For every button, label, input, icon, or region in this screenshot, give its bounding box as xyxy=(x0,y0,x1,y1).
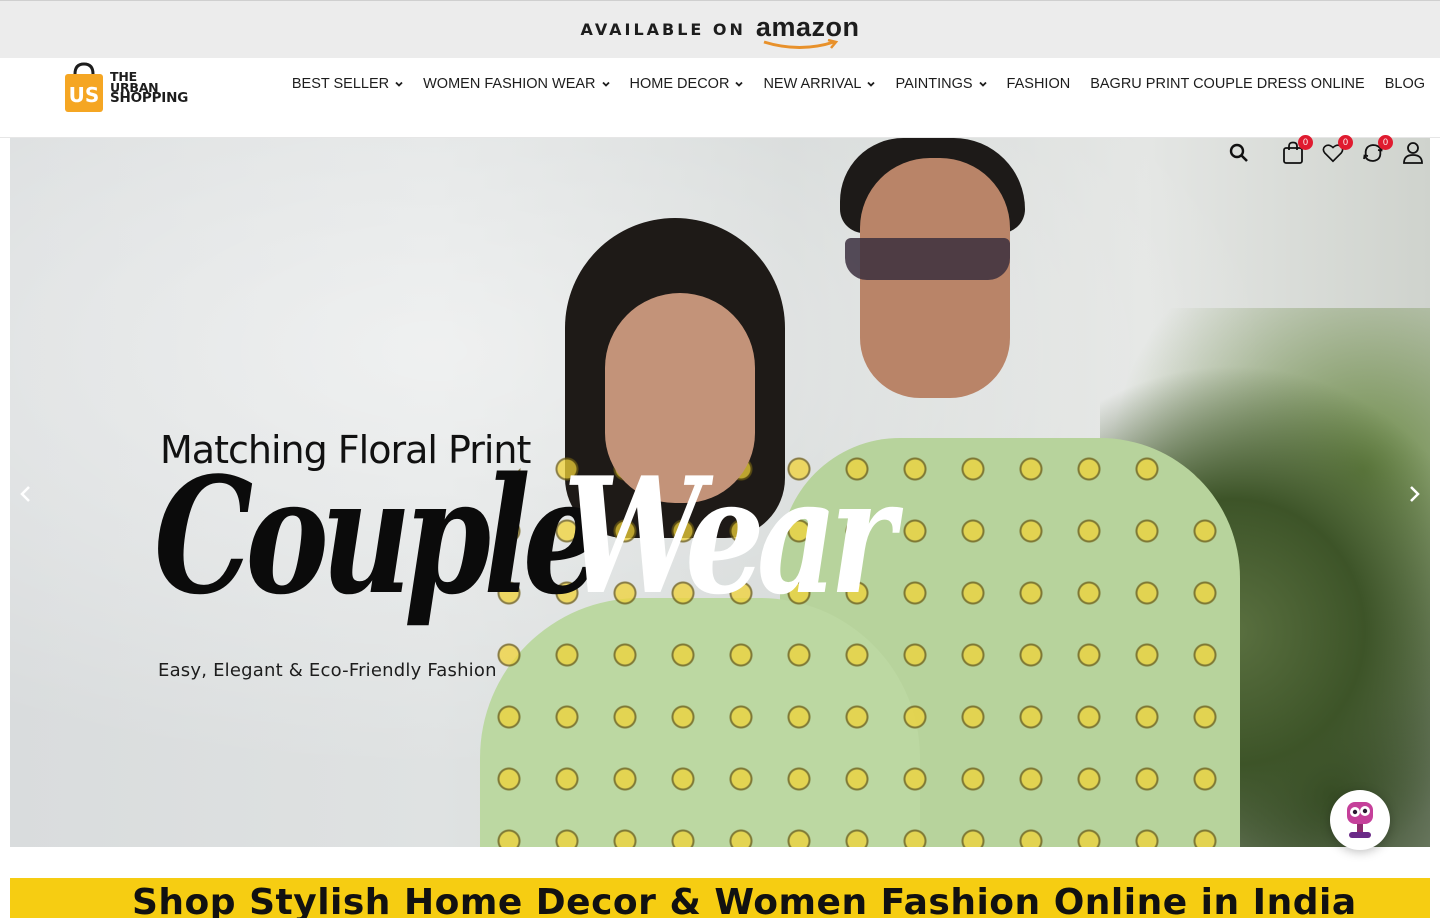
chevron-down-icon xyxy=(601,81,610,87)
nav-label: FASHION xyxy=(1006,76,1071,92)
site-header: US THE URBAN SHOPPING BEST SELLER WOMEN … xyxy=(0,58,1440,138)
nav-item-home-decor[interactable]: HOME DECOR xyxy=(620,74,754,94)
account-button[interactable] xyxy=(1402,141,1424,165)
chevron-down-icon xyxy=(978,81,987,87)
nav-item-women-fashion-wear[interactable]: WOMEN FASHION WEAR xyxy=(413,74,619,94)
amazon-smile-icon xyxy=(763,39,839,49)
hero-headline-couple: Couple xyxy=(154,442,602,630)
chevron-down-icon xyxy=(867,81,876,87)
chat-widget-button[interactable] xyxy=(1330,790,1390,850)
chevron-down-icon xyxy=(395,81,403,87)
hero-subtagline: Easy, Elegant & Eco-Friendly Fashion xyxy=(158,660,497,681)
nav-label: BLOG xyxy=(1384,76,1425,92)
nav-item-paintings[interactable]: PAINTINGS xyxy=(885,74,996,94)
chatbot-mascot-icon xyxy=(1347,802,1373,838)
chevron-down-icon xyxy=(735,81,744,87)
nav-label: HOME DECOR xyxy=(629,76,730,92)
available-on-label: AVAILABLE ON xyxy=(580,20,746,39)
main-nav: BEST SELLER WOMEN FASHION WEAR HOME DECO… xyxy=(282,74,1425,94)
amazon-wordmark: amazon xyxy=(755,12,860,42)
nav-item-new-arrival[interactable]: NEW ARRIVAL xyxy=(753,74,885,94)
announcement-bar: AVAILABLE ON amazon xyxy=(0,0,1440,58)
chevron-right-icon[interactable] xyxy=(1402,482,1426,506)
search-button[interactable] xyxy=(1228,141,1250,165)
nav-label: PAINTINGS xyxy=(895,76,973,92)
amazon-logo[interactable]: amazon xyxy=(756,14,860,49)
header-icons: 0 0 0 xyxy=(1228,135,1424,168)
compare-count-badge: 0 xyxy=(1378,135,1393,150)
logo-bag-icon: US xyxy=(64,62,104,112)
chevron-left-icon[interactable] xyxy=(14,482,38,506)
site-logo[interactable]: US THE URBAN SHOPPING xyxy=(64,60,224,114)
nav-label: BEST SELLER xyxy=(291,76,390,92)
cart-button[interactable]: 0 xyxy=(1282,135,1313,165)
user-icon xyxy=(1403,142,1423,164)
hero-copy: Matching Floral Print Couple Wear Easy, … xyxy=(10,138,1430,847)
search-icon xyxy=(1229,143,1248,162)
logo-mark: US xyxy=(69,83,100,107)
nav-label: WOMEN FASHION WEAR xyxy=(423,76,596,92)
nav-item-bagru-print-couple-dress[interactable]: BAGRU PRINT COUPLE DRESS ONLINE xyxy=(1080,74,1375,94)
nav-item-blog[interactable]: BLOG xyxy=(1375,74,1425,94)
hero-headline-wear: Wear xyxy=(563,442,896,630)
banner-heading: Shop Stylish Home Decor & Women Fashion … xyxy=(132,882,1357,918)
promo-banner: Shop Stylish Home Decor & Women Fashion … xyxy=(10,878,1430,918)
nav-label: NEW ARRIVAL xyxy=(763,76,862,92)
nav-item-fashion[interactable]: FASHION xyxy=(997,74,1081,94)
nav-label: BAGRU PRINT COUPLE DRESS ONLINE xyxy=(1090,76,1365,92)
wishlist-button[interactable]: 0 xyxy=(1322,135,1353,165)
nav-item-best-seller[interactable]: BEST SELLER xyxy=(282,74,413,94)
compare-button[interactable]: 0 xyxy=(1362,135,1393,165)
wishlist-count-badge: 0 xyxy=(1338,135,1353,150)
logo-line-3: SHOPPING xyxy=(110,89,189,106)
hero-slider: Matching Floral Print Couple Wear Easy, … xyxy=(10,138,1430,847)
cart-count-badge: 0 xyxy=(1298,135,1313,150)
logo-wordmark: THE URBAN SHOPPING xyxy=(110,70,189,106)
